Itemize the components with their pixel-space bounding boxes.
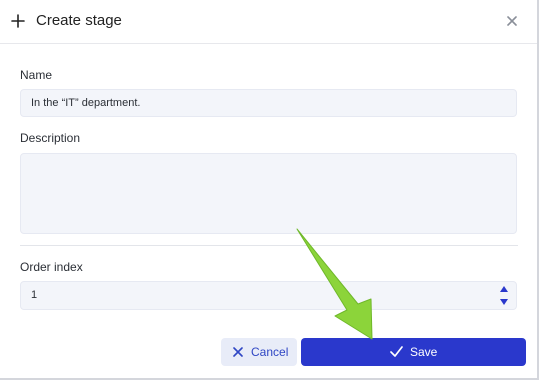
save-button[interactable]: Save: [301, 338, 526, 366]
plus-icon: [11, 14, 25, 28]
dialog-title: Create stage: [36, 12, 122, 29]
cancel-button-label: Cancel: [251, 345, 289, 359]
close-icon: [233, 347, 243, 357]
close-icon[interactable]: [505, 14, 519, 28]
form-divider: [20, 245, 518, 246]
order-index-stepper[interactable]: [494, 282, 514, 309]
checkmark-icon: [390, 346, 403, 357]
save-button-label: Save: [410, 345, 438, 359]
order-index-label: Order index: [20, 260, 83, 274]
increment-arrow-icon[interactable]: [499, 285, 509, 293]
name-label: Name: [20, 68, 53, 82]
decrement-arrow-icon[interactable]: [499, 298, 509, 306]
description-textarea[interactable]: [20, 153, 517, 234]
cancel-button[interactable]: Cancel: [221, 338, 297, 366]
order-index-input[interactable]: 1: [20, 281, 517, 310]
description-label: Description: [20, 131, 81, 145]
dialog-header: Create stage: [0, 0, 537, 44]
create-stage-dialog: Create stage Name In the “IT” department…: [0, 0, 539, 380]
name-input[interactable]: In the “IT” department.: [20, 89, 517, 117]
